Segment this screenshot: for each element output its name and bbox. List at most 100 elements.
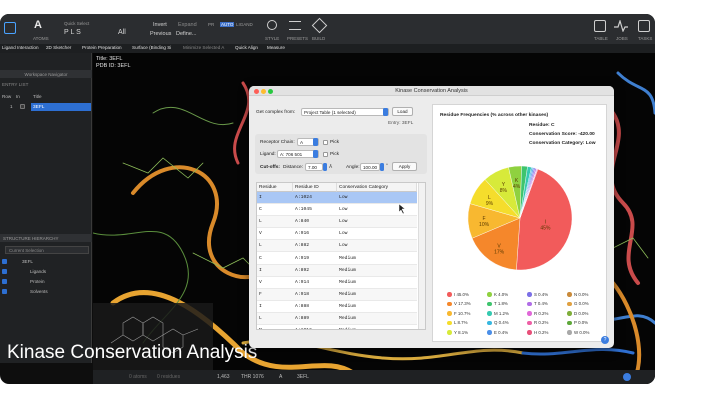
workspace-navigator-panel: Workspace Navigator ENTRY LIST Row In Ti… — [0, 53, 92, 363]
col-row: Row — [2, 94, 12, 99]
table-row[interactable]: L A:840 Low — [257, 216, 417, 229]
table-row[interactable]: F A:918 Medium — [257, 288, 417, 301]
category-label: Conservation Category: Low — [529, 141, 596, 146]
zoom-button[interactable] — [268, 89, 273, 94]
load-button[interactable]: Load — [392, 107, 413, 116]
tasks-icon[interactable] — [638, 20, 650, 32]
legend-swatch — [447, 311, 452, 316]
cell-residue-id: A:919 — [295, 255, 310, 261]
apply-button[interactable]: Apply — [392, 162, 417, 171]
ligand-button[interactable]: LIGAND — [236, 22, 253, 27]
2d-sketcher-button[interactable]: 2D Sketcher — [46, 45, 71, 50]
minimize-selected-button[interactable]: Minimize Selected A — [183, 45, 224, 50]
cell-residue-id: A:1024 — [295, 195, 312, 200]
legend-swatch — [487, 330, 492, 335]
table-row[interactable]: V A:914 Medium — [257, 277, 417, 289]
protein-preparation-button[interactable]: Protein Preparation — [82, 45, 122, 50]
pie-slice-label: 4% — [513, 184, 521, 190]
table-row[interactable]: V A:916 Low — [257, 228, 417, 241]
table-row[interactable]: L A:889 Medium — [257, 313, 417, 326]
tree-checkbox-protein[interactable] — [2, 279, 7, 284]
cell-conservation: Low — [339, 195, 348, 200]
get-complex-dropdown-icon[interactable] — [383, 108, 388, 116]
atoms-selector-icon[interactable]: A — [34, 19, 42, 31]
table-row[interactable]: C A:919 Medium — [257, 253, 417, 265]
quick-align-button[interactable]: Quick Align — [235, 45, 258, 50]
entry-row-3efl[interactable]: 3EFL — [31, 103, 91, 111]
pick-receptor-checkbox[interactable] — [323, 139, 328, 145]
tree-item-protein[interactable]: Protein — [30, 279, 45, 284]
jobs-icon[interactable] — [614, 20, 628, 32]
residue-frequency-pie-chart: I45%V17%F10%L9%Y8%K4% — [467, 165, 573, 271]
tree-item-solvents[interactable]: Solvents — [30, 289, 48, 294]
mouse-cursor-icon — [399, 204, 406, 214]
table-row[interactable]: I A:1024 Low — [257, 192, 417, 205]
select-icon[interactable] — [4, 22, 16, 34]
legend-swatch — [527, 301, 532, 306]
build-icon[interactable] — [311, 17, 328, 34]
legend-entry: R 0.2% — [534, 310, 549, 316]
help-icon-dialog[interactable]: ? — [601, 336, 609, 344]
angle-stepper[interactable] — [380, 163, 384, 171]
cell-residue: I — [259, 267, 262, 273]
close-button[interactable] — [254, 89, 259, 94]
surface-button[interactable]: Surface (Binding Si — [132, 45, 171, 50]
tree-checkbox-solvents[interactable] — [2, 289, 7, 294]
legend-swatch — [447, 330, 452, 335]
help-icon[interactable] — [623, 373, 631, 381]
pick-ligand-checkbox[interactable] — [323, 151, 328, 157]
entry-in-checkbox[interactable] — [20, 104, 25, 109]
legend-swatch — [527, 292, 532, 297]
style-icon[interactable] — [267, 20, 277, 30]
col-header-residue[interactable]: Residue — [257, 183, 293, 192]
table-scrollbar[interactable] — [418, 183, 425, 329]
measure-button[interactable]: Measure — [267, 45, 285, 50]
minimize-button[interactable] — [261, 89, 266, 94]
pie-slice-label: 8% — [500, 188, 508, 194]
auto-button[interactable]: AUTO — [220, 22, 235, 27]
expand-button[interactable]: Expand — [178, 22, 197, 28]
table-row[interactable]: M A:1016 Medium — [257, 325, 417, 329]
residue-label: Residue: C — [529, 123, 555, 128]
cell-conservation: Medium — [339, 267, 356, 273]
tree-item-3efl[interactable]: 3EFL — [22, 259, 33, 264]
cell-residue-id: A:1016 — [295, 328, 312, 329]
legend-swatch — [527, 311, 532, 316]
all-button[interactable]: All — [118, 29, 126, 36]
table-row[interactable]: L A:882 Low — [257, 240, 417, 253]
distance-stepper[interactable] — [323, 163, 327, 171]
legend-entry: W 0.0% — [574, 329, 590, 335]
ligand-dropdown-icon[interactable] — [313, 150, 318, 158]
presets-icon[interactable] — [289, 21, 301, 30]
define-button[interactable]: Define... — [176, 31, 196, 37]
tree-item-ligands[interactable]: Ligands — [30, 269, 46, 274]
tree-checkbox-3efl[interactable] — [2, 259, 7, 264]
current-selection-field[interactable]: Current Selection — [5, 246, 89, 254]
dialog-titlebar[interactable]: Kinase Conservation Analysis — [249, 86, 614, 96]
receptor-chain-dropdown-icon[interactable] — [313, 138, 318, 146]
cell-residue: I — [259, 303, 262, 309]
get-complex-select[interactable]: Project Table (1 selected) — [301, 108, 389, 116]
invert-button[interactable]: Invert — [153, 22, 167, 28]
table-row[interactable]: I A:892 Medium — [257, 264, 417, 277]
table-icon[interactable] — [594, 20, 606, 32]
col-header-conservation[interactable]: Conservation Category — [337, 183, 417, 192]
legend-entry: V 17.3% — [454, 301, 471, 307]
receptor-chain-label: Receptor Chain: — [260, 140, 295, 145]
legend-entry: Q 0.4% — [494, 320, 509, 326]
pr-label[interactable]: PR — [208, 22, 214, 27]
entry-row-number: 1 — [10, 104, 13, 109]
previous-button[interactable]: Previous — [150, 31, 171, 37]
cell-conservation: Low — [339, 243, 348, 249]
col-header-residue-id[interactable]: Residue ID — [293, 183, 337, 192]
legend-entry: H 0.2% — [534, 329, 549, 335]
table-row[interactable]: I A:888 Medium — [257, 301, 417, 313]
cell-residue-id: A:892 — [295, 267, 310, 273]
ligand-interaction-button[interactable]: Ligand Interaction — [2, 45, 39, 50]
cell-residue-id: A:1045 — [295, 207, 312, 213]
angle-input[interactable]: 100.00 — [360, 163, 380, 171]
table-row[interactable]: C A:1045 Low — [257, 204, 417, 217]
distance-input[interactable]: 7.00 — [305, 163, 323, 171]
quick-select-letters[interactable]: P L S — [64, 29, 81, 36]
tree-checkbox-ligands[interactable] — [2, 269, 7, 274]
